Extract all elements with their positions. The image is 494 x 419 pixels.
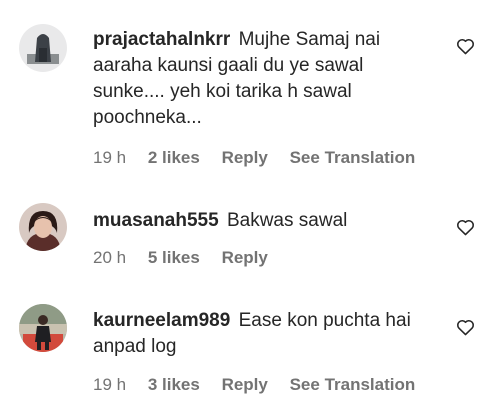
comment-username[interactable]: muasanah555 (93, 210, 219, 231)
reply-button[interactable]: Reply (222, 148, 268, 167)
see-translation-button[interactable]: See Translation (290, 148, 416, 167)
comment-username[interactable]: prajactahalnkrr (93, 29, 230, 50)
comment-time[interactable]: 19 h (93, 148, 126, 167)
like-heart-icon[interactable] (456, 318, 475, 336)
comment-body: muasanah555 Bakwas sawal (93, 208, 438, 234)
likes-count[interactable]: 2 likes (148, 148, 200, 167)
avatar[interactable] (19, 24, 67, 72)
comment-body: kaurneelam989 Ease kon puchta hai anpad … (93, 308, 438, 360)
avatar[interactable] (19, 203, 67, 251)
likes-count[interactable]: 5 likes (148, 248, 200, 267)
see-translation-button[interactable]: See Translation (290, 375, 416, 394)
likes-count[interactable]: 3 likes (148, 375, 200, 394)
comment-meta: 20 h 5 likes Reply (93, 248, 285, 268)
comment-body: prajactahalnkrr Mujhe Samaj nai aaraha k… (93, 27, 438, 131)
comment-time[interactable]: 20 h (93, 248, 126, 267)
comment-username[interactable]: kaurneelam989 (93, 310, 230, 331)
like-heart-icon[interactable] (456, 37, 475, 55)
reply-button[interactable]: Reply (222, 248, 268, 267)
comment-time[interactable]: 19 h (93, 375, 126, 394)
comment-text: Bakwas sawal (226, 210, 348, 231)
comment-meta: 19 h 3 likes Reply See Translation (93, 375, 432, 395)
reply-button[interactable]: Reply (222, 375, 268, 394)
comment-meta: 19 h 2 likes Reply See Translation (93, 148, 432, 168)
like-heart-icon[interactable] (456, 218, 475, 236)
avatar[interactable] (19, 304, 67, 352)
